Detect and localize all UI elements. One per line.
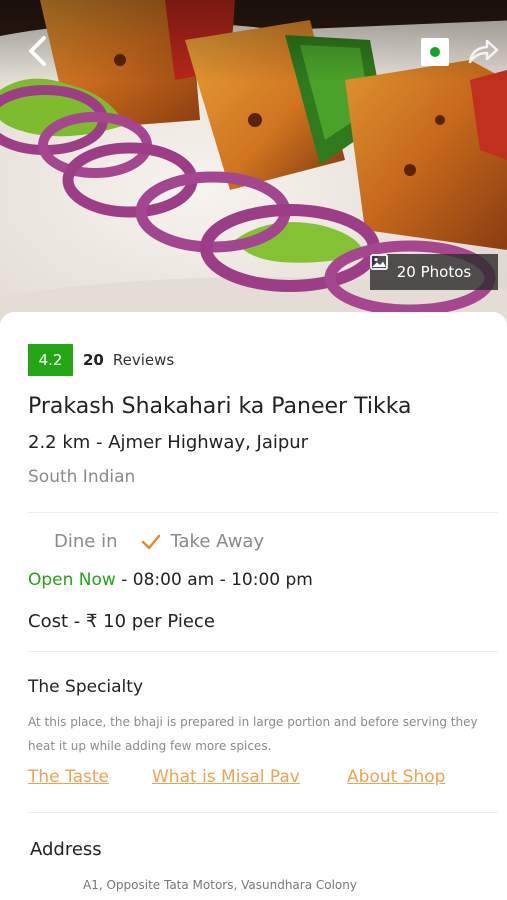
listing-cuisine: South Indian bbox=[28, 467, 136, 487]
image-icon bbox=[370, 254, 388, 270]
share-button[interactable] bbox=[466, 34, 500, 68]
divider bbox=[28, 812, 498, 813]
hero-image: 20 Photos bbox=[0, 0, 507, 330]
link-what-is-misal-pav[interactable]: What is Misal Pav bbox=[152, 767, 300, 787]
cost-row: Cost - ₹ 10 per Piece bbox=[28, 611, 215, 632]
details-sheet: 4.2 20 Reviews Prakash Shakahari ka Pane… bbox=[0, 312, 507, 900]
hours-separator: - bbox=[115, 570, 133, 590]
reviews-count[interactable]: 20 bbox=[83, 351, 104, 369]
hours-time: 08:00 am - 10:00 pm bbox=[132, 570, 313, 590]
specialty-title: The Specialty bbox=[28, 677, 143, 697]
address-title: Address bbox=[30, 839, 102, 860]
photos-label: 20 Photos bbox=[396, 263, 472, 281]
listing-location: 2.2 km - Ajmer Highway, Jaipur bbox=[28, 432, 309, 453]
reviews-label[interactable]: Reviews bbox=[113, 351, 174, 369]
photos-button[interactable]: 20 Photos bbox=[370, 254, 498, 290]
divider bbox=[28, 512, 498, 513]
divider bbox=[28, 651, 498, 652]
cost-value: ₹ 10 per Piece bbox=[85, 611, 215, 632]
chevron-left-icon bbox=[29, 36, 46, 66]
share-arrow-icon bbox=[468, 39, 499, 64]
take-away-label: Take Away bbox=[170, 531, 265, 552]
listing-title: Prakash Shakahari ka Paneer Tikka bbox=[28, 394, 412, 419]
specialty-description: At this place, the bhaji is prepared in … bbox=[28, 715, 478, 753]
rating-row: 4.2 20 Reviews bbox=[28, 344, 174, 376]
address-line: A1, Opposite Tata Motors, Vasundhara Col… bbox=[83, 878, 357, 892]
checkmark-icon bbox=[142, 534, 161, 549]
link-the-taste[interactable]: The Taste bbox=[28, 767, 109, 787]
veg-indicator-icon bbox=[421, 38, 449, 66]
rating-badge: 4.2 bbox=[28, 344, 73, 376]
dine-in-label: Dine in bbox=[54, 531, 118, 552]
cost-label: Cost - bbox=[28, 611, 86, 632]
open-status: Open Now bbox=[28, 570, 116, 590]
link-about-shop[interactable]: About Shop bbox=[347, 767, 445, 787]
back-button[interactable] bbox=[22, 34, 56, 68]
opening-hours: Open Now - 08:00 am - 10:00 pm bbox=[28, 570, 313, 590]
service-options: Dine in Take Away bbox=[54, 531, 264, 552]
